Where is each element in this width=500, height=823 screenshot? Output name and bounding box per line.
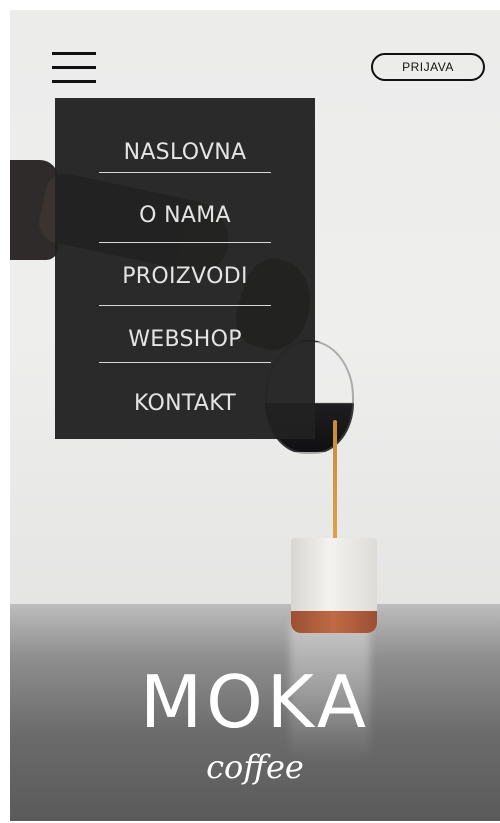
login-button[interactable]: PRIJAVA (371, 53, 485, 81)
cup-base (291, 611, 377, 633)
menu-divider (99, 305, 271, 306)
coffee-stream-image (333, 420, 337, 548)
hamburger-menu-icon[interactable] (52, 52, 96, 86)
menu-divider (99, 172, 271, 173)
hamburger-line (52, 66, 96, 69)
menu-item-webshop[interactable]: WEBSHOP (99, 327, 271, 352)
menu-divider (99, 362, 271, 363)
navigation-menu: NASLOVNA O NAMA PROIZVODI WEBSHOP KONTAK… (55, 98, 315, 439)
logo-subtitle: coffee (206, 748, 304, 786)
menu-item-proizvodi[interactable]: PROIZVODI (99, 264, 271, 289)
menu-divider (99, 242, 271, 243)
coffee-cup-image (291, 538, 377, 633)
menu-item-kontakt[interactable]: KONTAKT (99, 391, 271, 416)
logo-title: MOKA (140, 660, 370, 744)
hamburger-line (52, 52, 96, 55)
menu-item-naslovna[interactable]: NASLOVNA (99, 140, 271, 165)
hamburger-line (52, 80, 96, 83)
menu-item-o-nama[interactable]: O NAMA (99, 203, 271, 228)
hero-screen: PRIJAVA NASLOVNA O NAMA PROIZVODI WEBSHO… (10, 10, 500, 821)
